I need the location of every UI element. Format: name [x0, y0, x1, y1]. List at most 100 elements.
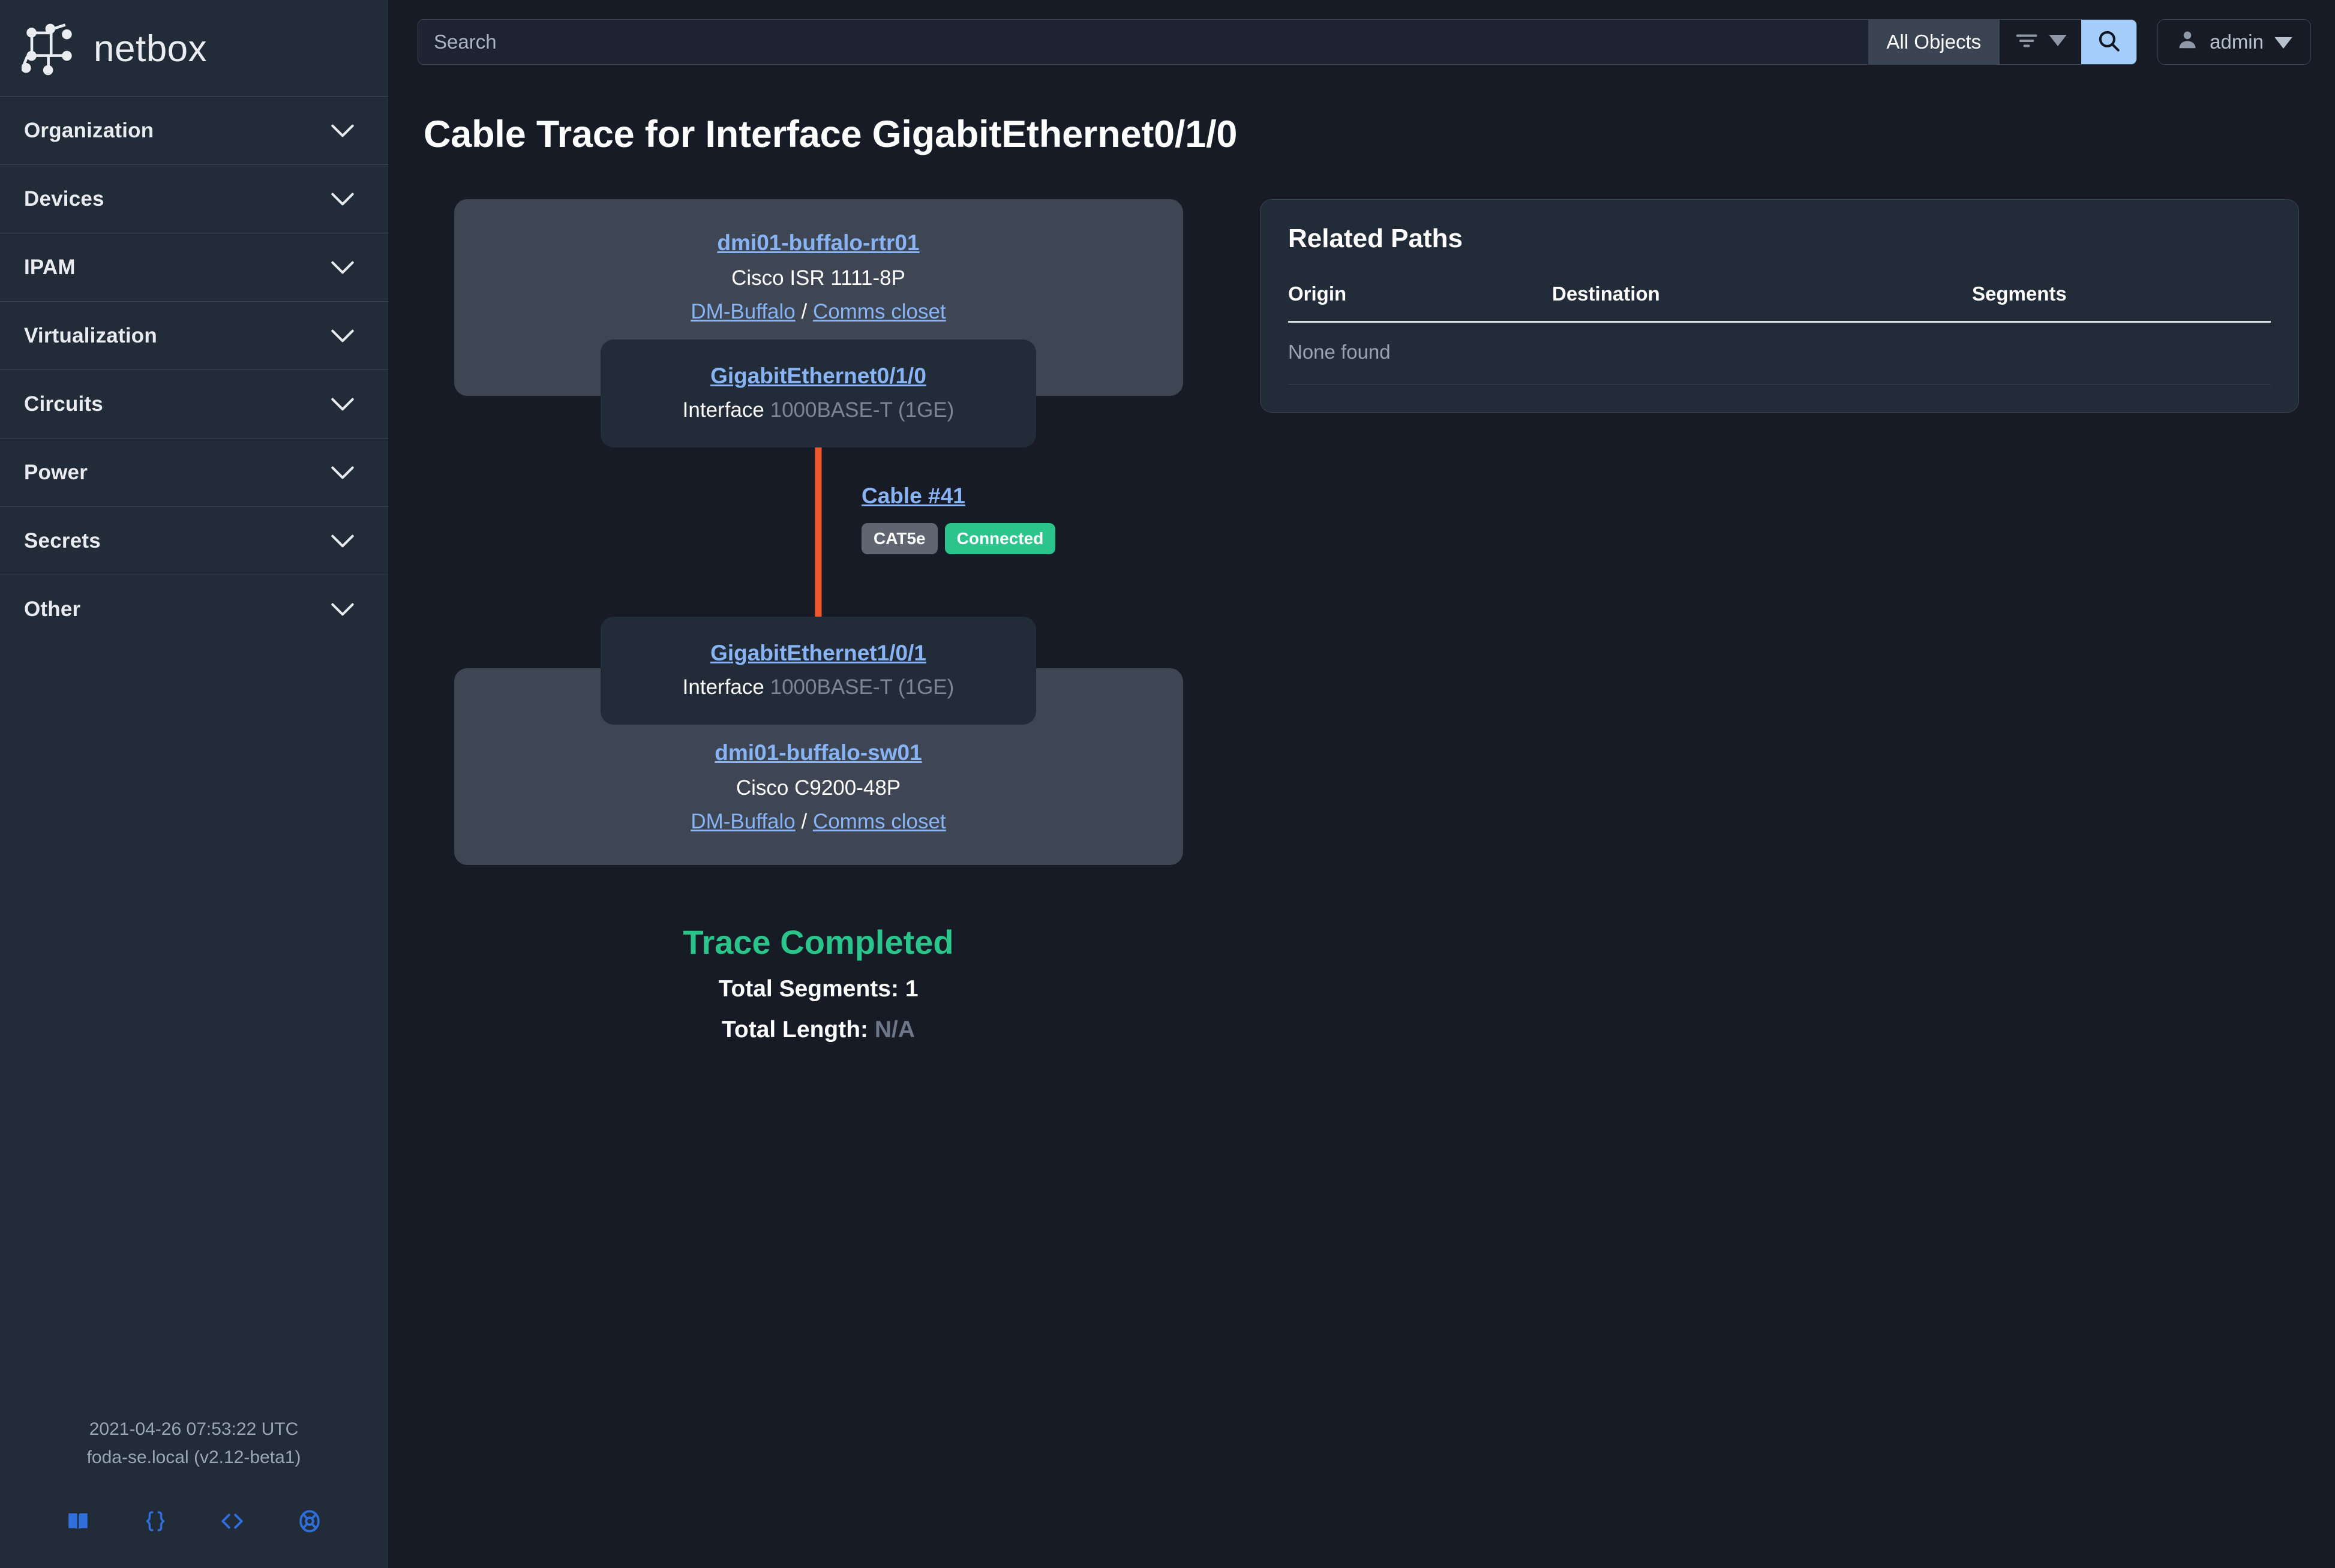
app-root: netbox Organization Devices IPAM	[0, 0, 2335, 1568]
cable-trace-diagram: dmi01-buffalo-rtr01 Cisco ISR 1111-8P DM…	[425, 199, 1212, 865]
total-segments: Total Segments: 1	[425, 976, 1212, 1002]
near-device-location-link[interactable]: Comms closet	[813, 300, 946, 323]
footer-timestamp: 2021-04-26 07:53:22 UTC	[0, 1416, 388, 1444]
topbar: All Objects	[389, 0, 2335, 66]
netbox-logo-icon	[22, 22, 77, 77]
related-paths-column: Related Paths Origin Destination Segment…	[1260, 199, 2299, 413]
sidebar-item-other[interactable]: Other	[0, 575, 388, 643]
sidebar-item-organization[interactable]: Organization	[0, 96, 388, 164]
far-device-model: Cisco C9200-48P	[454, 776, 1183, 800]
trace-summary: Trace Completed Total Segments: 1 Total …	[425, 865, 1212, 1043]
sidebar-item-circuits[interactable]: Circuits	[0, 370, 388, 438]
content-area: dmi01-buffalo-rtr01 Cisco ISR 1111-8P DM…	[389, 156, 2335, 1043]
sidebar-item-power[interactable]: Power	[0, 438, 388, 506]
user-menu-label: admin	[2210, 31, 2264, 53]
related-paths-table: Origin Destination Segments None found	[1288, 283, 2271, 385]
near-device-site-link[interactable]: DM-Buffalo	[691, 300, 795, 323]
cable-badges: CAT5e Connected	[862, 523, 1055, 554]
far-device-location-link[interactable]: Comms closet	[813, 810, 946, 833]
near-device-separator: /	[796, 300, 813, 323]
chevron-down-icon	[331, 534, 355, 548]
chevron-down-icon	[331, 192, 355, 206]
caret-down-icon	[2049, 35, 2067, 49]
sidebar-item-label: Organization	[24, 119, 154, 143]
brand-name: netbox	[94, 31, 207, 68]
empty-message: None found	[1288, 322, 2271, 385]
cable-trace-column: dmi01-buffalo-rtr01 Cisco ISR 1111-8P DM…	[425, 199, 1212, 1043]
cable-type-badge: CAT5e	[862, 523, 938, 554]
user-icon	[2176, 28, 2199, 56]
chevron-down-icon	[331, 465, 355, 480]
far-device-location: DM-Buffalo / Comms closet	[454, 810, 1183, 834]
sidebar-item-label: Circuits	[24, 392, 103, 416]
chevron-down-icon	[331, 602, 355, 617]
column-header-destination: Destination	[1552, 283, 1972, 322]
near-termination-link[interactable]: GigabitEthernet0/1/0	[710, 364, 926, 389]
chevron-down-icon	[331, 329, 355, 343]
sidebar-item-label: Power	[24, 461, 88, 485]
far-device-site-link[interactable]: DM-Buffalo	[691, 810, 795, 833]
sidebar-item-secrets[interactable]: Secrets	[0, 506, 388, 575]
chevron-down-icon	[331, 124, 355, 138]
sidebar-item-virtualization[interactable]: Virtualization	[0, 301, 388, 370]
filter-dropdown-button[interactable]	[1999, 20, 2081, 64]
docs-book-icon[interactable]	[65, 1509, 91, 1537]
total-segments-value: 1	[905, 976, 919, 1002]
total-length-label: Total Length:	[722, 1017, 868, 1043]
sidebar-item-label: Devices	[24, 187, 104, 211]
chevron-down-icon	[331, 260, 355, 275]
magnifier-icon	[2096, 28, 2121, 56]
sidebar-footer: 2021-04-26 07:53:22 UTC foda-se.local (v…	[0, 1416, 388, 1568]
table-header-row: Origin Destination Segments	[1288, 283, 2271, 322]
near-device-location: DM-Buffalo / Comms closet	[454, 300, 1183, 324]
sidebar: netbox Organization Devices IPAM	[0, 0, 389, 1568]
all-objects-button[interactable]: All Objects	[1868, 20, 1999, 64]
near-device-link[interactable]: dmi01-buffalo-rtr01	[717, 230, 919, 256]
related-paths-card: Related Paths Origin Destination Segment…	[1260, 199, 2299, 413]
trace-node-near-termination: GigabitEthernet0/1/0 Interface 1000BASE-…	[601, 340, 1036, 447]
trace-status: Trace Completed	[425, 923, 1212, 962]
page-title: Cable Trace for Interface GigabitEtherne…	[389, 66, 2335, 156]
near-device-model: Cisco ISR 1111-8P	[454, 266, 1183, 290]
far-termination-kind: Interface	[683, 675, 764, 699]
sidebar-item-label: IPAM	[24, 256, 76, 280]
chevron-down-icon	[331, 397, 355, 411]
api-braces-icon[interactable]	[143, 1509, 168, 1537]
footer-host-version: foda-se.local (v2.12-beta1)	[0, 1444, 388, 1472]
near-termination-type: Interface 1000BASE-T (1GE)	[601, 398, 1036, 422]
total-segments-label: Total Segments:	[718, 976, 898, 1002]
cable-link[interactable]: Cable #41	[862, 483, 965, 508]
cable-line	[815, 447, 822, 617]
source-code-icon[interactable]	[220, 1509, 245, 1537]
far-device-separator: /	[796, 810, 813, 833]
help-lifebuoy-icon[interactable]	[297, 1509, 322, 1537]
search-input[interactable]	[418, 20, 1868, 64]
main-content: All Objects	[389, 0, 2335, 1568]
total-length-value: N/A	[875, 1017, 915, 1043]
column-header-origin: Origin	[1288, 283, 1552, 322]
search-bar: All Objects	[418, 19, 2137, 65]
cable-status-badge: Connected	[945, 523, 1056, 554]
caret-down-icon	[2274, 31, 2292, 53]
cable-segment: Cable #41 CAT5e Connected	[425, 447, 1212, 617]
sidebar-item-devices[interactable]: Devices	[0, 164, 388, 233]
near-termination-speed: 1000BASE-T (1GE)	[770, 398, 955, 422]
user-menu-button[interactable]: admin	[2157, 19, 2311, 65]
brand[interactable]: netbox	[0, 0, 388, 96]
trace-node-far-termination: GigabitEthernet1/0/1 Interface 1000BASE-…	[601, 617, 1036, 725]
search-submit-button[interactable]	[2081, 20, 2136, 64]
sidebar-item-label: Virtualization	[24, 324, 157, 348]
sidebar-nav: Organization Devices IPAM Virtualization	[0, 96, 388, 643]
sidebar-item-label: Secrets	[24, 529, 101, 553]
far-device-link[interactable]: dmi01-buffalo-sw01	[715, 740, 922, 765]
filter-icon	[2014, 31, 2039, 54]
cable-info: Cable #41 CAT5e Connected	[862, 483, 1055, 554]
far-termination-link[interactable]: GigabitEthernet1/0/1	[710, 641, 926, 666]
total-length: Total Length: N/A	[425, 1017, 1212, 1043]
related-paths-title: Related Paths	[1288, 224, 2271, 254]
sidebar-item-ipam[interactable]: IPAM	[0, 233, 388, 301]
sidebar-item-label: Other	[24, 597, 80, 621]
table-row: None found	[1288, 322, 2271, 385]
near-termination-kind: Interface	[683, 398, 764, 422]
column-header-segments: Segments	[1972, 283, 2271, 322]
